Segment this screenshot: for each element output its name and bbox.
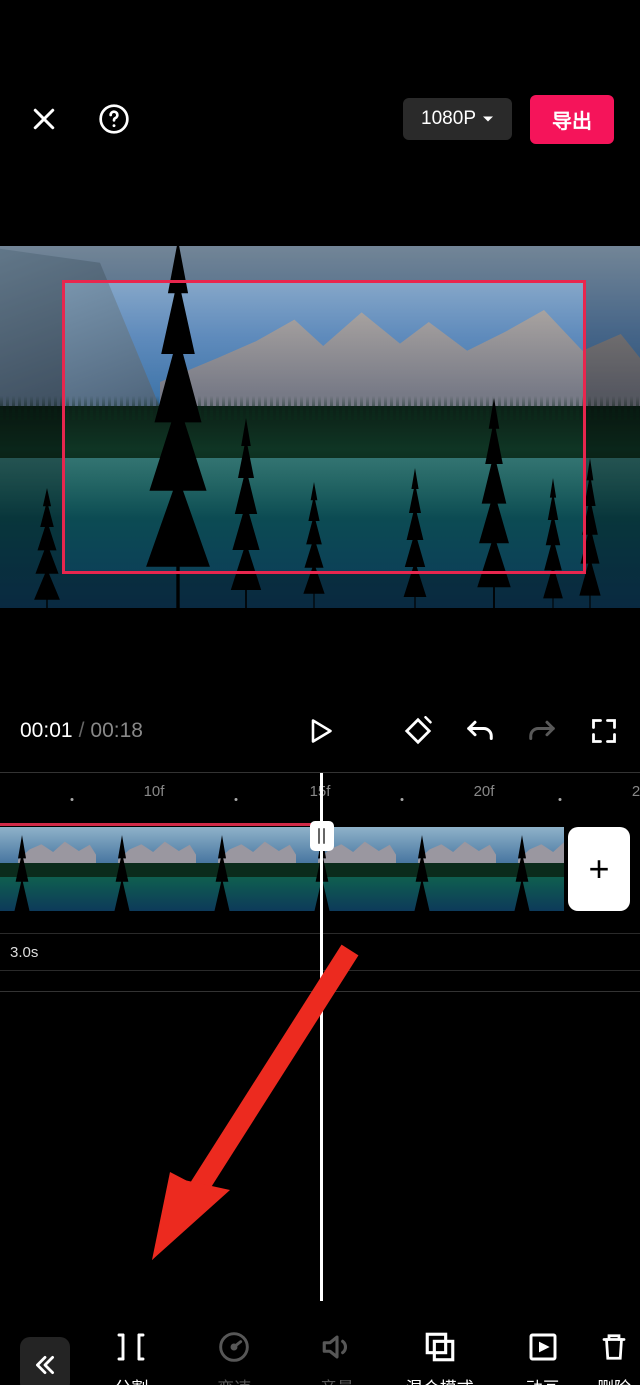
resolution-dropdown[interactable]: 1080P <box>403 98 512 140</box>
undo-button[interactable] <box>464 715 496 747</box>
keyframe-icon <box>403 716 433 746</box>
playhead[interactable] <box>320 773 323 1301</box>
video-preview[interactable] <box>0 246 640 608</box>
edit-toolbar: 分割 变速 音量 混合模式 动画 删除 <box>0 1316 640 1385</box>
add-clip-button[interactable]: + <box>568 827 630 911</box>
toolbar-item-split[interactable]: 分割 <box>80 1330 183 1385</box>
split-icon <box>115 1330 147 1364</box>
ruler-mark: 2 <box>632 783 640 800</box>
keyframe-button[interactable] <box>402 715 434 747</box>
help-icon <box>98 103 130 135</box>
clip-selection-indicator <box>0 823 320 826</box>
volume-icon <box>320 1330 354 1364</box>
toolbar-item-blend[interactable]: 混合模式 <box>388 1330 491 1385</box>
toolbar-item-label: 动画 <box>526 1374 560 1385</box>
video-clip[interactable] <box>0 827 564 911</box>
chevron-down-icon <box>482 113 494 125</box>
toolbar-item-label: 删除 <box>597 1374 631 1385</box>
plus-icon: + <box>588 848 609 890</box>
crop-frame[interactable] <box>62 280 586 574</box>
overlay-duration-chip: 3.0s <box>0 940 48 965</box>
toolbar-back-button[interactable] <box>20 1337 70 1385</box>
close-icon <box>29 104 59 134</box>
total-time: 00:18 <box>90 719 143 743</box>
toolbar-item-animation[interactable]: 动画 <box>491 1330 594 1385</box>
undo-icon <box>465 716 495 746</box>
topbar-left-group <box>26 101 132 137</box>
close-button[interactable] <box>26 101 62 137</box>
toolbar-item-label: 变速 <box>217 1374 251 1385</box>
fullscreen-button[interactable] <box>588 715 620 747</box>
animation-icon <box>527 1331 559 1363</box>
timeline[interactable]: 10f 15f 20f 2 + 3.0s <box>0 772 640 992</box>
current-time: 00:01 <box>20 719 73 743</box>
topbar-right-group: 1080P 导出 <box>403 95 614 144</box>
toolbar-item-label: 分割 <box>114 1374 148 1385</box>
editor-topbar: 1080P 导出 <box>0 82 640 156</box>
redo-icon <box>527 716 557 746</box>
export-button[interactable]: 导出 <box>530 95 614 144</box>
redo-button[interactable] <box>526 715 558 747</box>
speed-icon <box>218 1331 250 1363</box>
ruler-mark: 10f <box>144 783 165 800</box>
toolbar-item-label: 混合模式 <box>406 1374 474 1385</box>
toolbar-item-delete[interactable]: 删除 <box>594 1330 634 1385</box>
play-icon <box>306 715 334 747</box>
time-separator: / <box>79 719 85 743</box>
help-button[interactable] <box>96 101 132 137</box>
export-label: 导出 <box>552 111 592 133</box>
chevrons-left-icon <box>32 1352 58 1378</box>
toolbar-item-label: 音量 <box>320 1374 354 1385</box>
fullscreen-icon <box>590 717 618 745</box>
ruler-mark: 20f <box>474 783 495 800</box>
blend-icon <box>423 1330 457 1364</box>
toolbar-item-speed[interactable]: 变速 <box>183 1330 286 1385</box>
resolution-label: 1080P <box>421 108 476 130</box>
play-button[interactable] <box>302 713 338 749</box>
playback-controls: 00:01 / 00:18 <box>0 712 640 750</box>
time-display: 00:01 / 00:18 <box>20 719 143 743</box>
toolbar-item-volume[interactable]: 音量 <box>286 1330 389 1385</box>
trash-icon <box>599 1331 629 1363</box>
playback-actions <box>402 715 620 747</box>
